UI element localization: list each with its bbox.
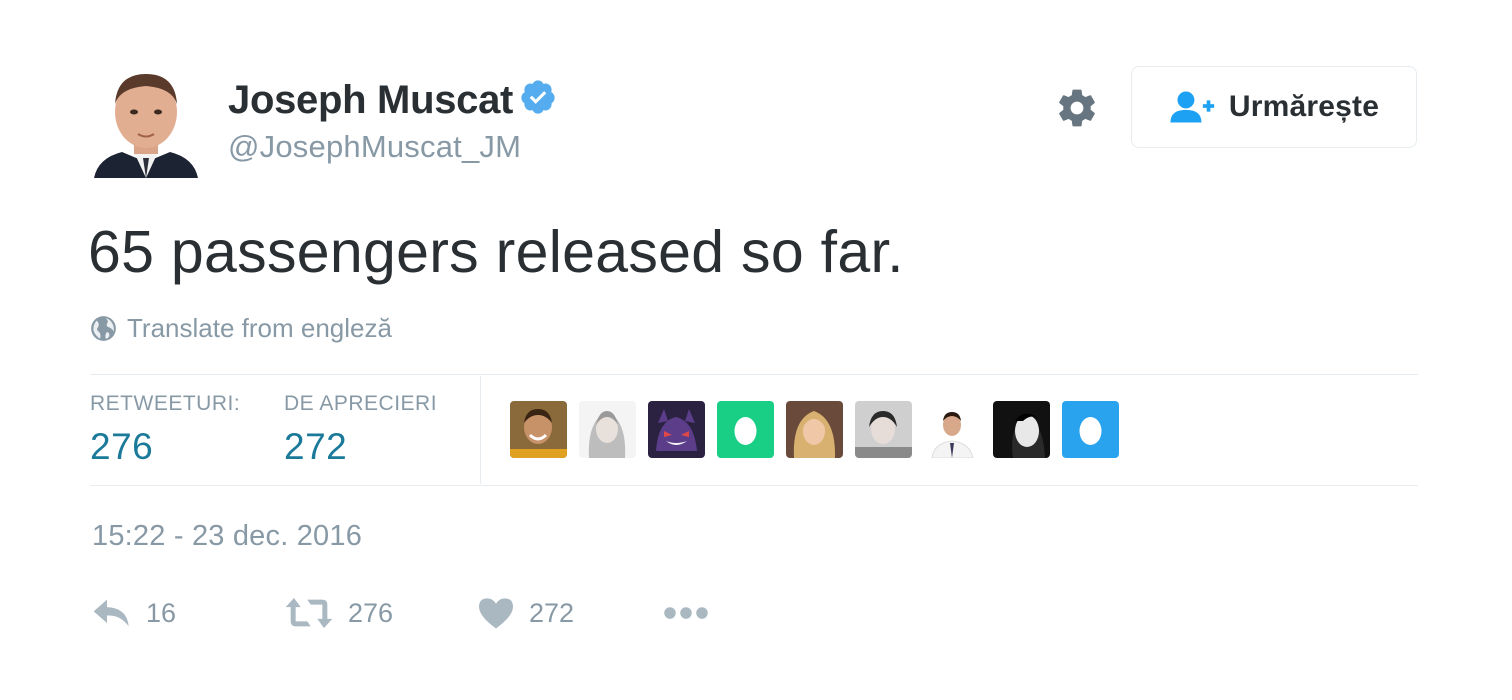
liker-avatar[interactable] [579, 401, 636, 458]
translate-label: Translate from engleză [127, 313, 392, 343]
author-avatar[interactable] [88, 62, 204, 178]
retweet-icon [285, 598, 333, 628]
translate-link[interactable]: Translate from engleză [90, 313, 392, 344]
liker-avatar[interactable] [993, 401, 1050, 458]
stats-vertical-divider [480, 376, 481, 484]
reply-count: 16 [146, 597, 177, 628]
follow-button[interactable]: Urmărește [1131, 66, 1417, 148]
follow-button-label: Urmărește [1228, 90, 1380, 123]
liker-avatar[interactable] [648, 401, 705, 458]
author-name-row: Joseph Muscat [228, 78, 557, 123]
liker-avatar-egg[interactable] [1062, 401, 1119, 458]
likes-stat-value: 272 [284, 426, 348, 467]
likers-avatar-list [510, 401, 1119, 458]
retweet-count: 276 [348, 597, 394, 628]
retweets-stat[interactable]: RETWEETURI: 276 [90, 392, 240, 468]
retweet-action[interactable]: 276 [284, 596, 393, 630]
stats-top-divider [90, 374, 1418, 375]
liker-avatar[interactable] [855, 401, 912, 458]
add-person-icon [1170, 91, 1215, 123]
author-handle[interactable]: @JosephMuscat_JM [228, 129, 557, 165]
tweet-text: 65 passengers released so far. [88, 219, 904, 285]
likes-stat[interactable]: DE APRECIERI 272 [284, 392, 437, 468]
author-info: Joseph Muscat @JosephMuscat_JM [228, 78, 557, 165]
author-name[interactable]: Joseph Muscat [228, 78, 513, 123]
liker-avatar[interactable] [924, 401, 981, 458]
retweets-stat-value: 276 [90, 426, 154, 467]
verified-badge-icon [521, 79, 555, 114]
likes-stat-label: DE APRECIERI [284, 392, 438, 415]
more-action[interactable] [662, 596, 710, 630]
tweet-timestamp[interactable]: 15:22 - 23 dec. 2016 [92, 520, 362, 553]
stats-bottom-divider [90, 485, 1418, 486]
liker-avatar[interactable] [510, 401, 567, 458]
gear-icon[interactable] [1055, 86, 1099, 130]
liker-avatar-egg[interactable] [717, 401, 774, 458]
heart-icon [479, 598, 513, 629]
like-count: 272 [529, 597, 575, 628]
reply-icon [93, 599, 129, 627]
like-action[interactable]: 272 [477, 596, 574, 630]
reply-action[interactable]: 16 [92, 596, 176, 630]
retweets-stat-label: RETWEETURI: [90, 392, 241, 415]
more-icon [664, 607, 708, 619]
globe-icon [91, 316, 116, 341]
tweet-card: Joseph Muscat @JosephMuscat_JM Urmărește… [0, 0, 1512, 700]
liker-avatar[interactable] [786, 401, 843, 458]
